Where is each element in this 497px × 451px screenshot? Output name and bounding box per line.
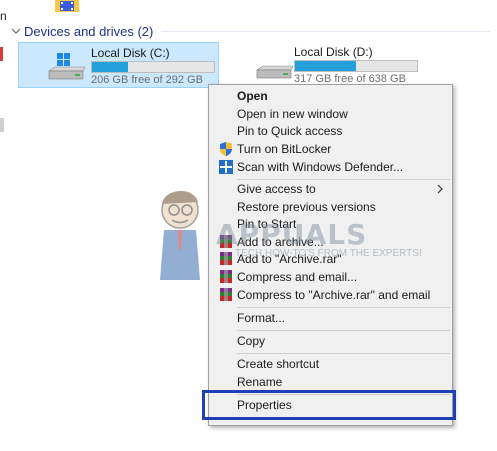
windows-drive-icon	[48, 53, 86, 80]
navigation-pane-marker	[0, 47, 3, 61]
drive-name: Local Disk (D:)	[294, 45, 373, 59]
drive-usage-fill	[92, 62, 128, 72]
menu-item-label: Scan with Windows Defender...	[237, 160, 404, 174]
defender-icon	[219, 160, 233, 174]
navigation-pane-text: n	[0, 9, 7, 23]
menu-separator	[237, 353, 450, 354]
drive-free-space: 206 GB free of 292 GB	[91, 74, 203, 86]
menu-item-label: Pin to Quick access	[237, 124, 343, 138]
menu-item-scan-with-windows-defender[interactable]: Scan with Windows Defender...	[209, 158, 452, 176]
section-title: Devices and drives (2)	[24, 23, 154, 39]
menu-item-copy[interactable]: Copy	[209, 332, 452, 350]
menu-item-label: Create shortcut	[237, 357, 320, 371]
properties-highlight-box	[202, 390, 456, 420]
drive-usage-fill	[295, 61, 357, 71]
videos-folder-icon[interactable]	[55, 0, 79, 12]
menu-item-create-shortcut[interactable]: Create shortcut	[209, 355, 452, 373]
devices-and-drives-header[interactable]: Devices and drives (2)	[10, 22, 490, 40]
menu-item-turn-on-bitlocker[interactable]: Turn on BitLocker	[209, 140, 452, 158]
drive-local-disk-c[interactable]: Local Disk (C:) 206 GB free of 292 GB	[18, 42, 219, 88]
menu-item-label: Turn on BitLocker	[237, 142, 332, 156]
menu-separator	[237, 330, 450, 331]
menu-item-open-in-new-window[interactable]: Open in new window	[209, 105, 452, 123]
drive-local-disk-d[interactable]: Local Disk (D:) 317 GB free of 638 GB	[250, 42, 430, 86]
navigation-pane-edge	[0, 0, 8, 451]
watermark-tagline: TECH HOW-TO'S FROM THE EXPERTS!	[235, 248, 422, 259]
menu-separator	[237, 307, 450, 308]
menu-item-label: Compress to "Archive.rar" and email	[237, 288, 431, 302]
menu-item-pin-to-quick-access[interactable]: Pin to Quick access	[209, 122, 452, 140]
menu-item-label: Rename	[237, 375, 283, 389]
section-divider	[161, 30, 490, 32]
menu-item-open[interactable]: Open	[209, 87, 452, 105]
menu-item-rename[interactable]: Rename	[209, 373, 452, 391]
menu-item-label: Copy	[237, 334, 266, 348]
watermark-title: APPUALS	[216, 218, 368, 251]
drive-name: Local Disk (C:)	[91, 46, 170, 60]
menu-item-label: Format...	[237, 311, 286, 325]
drive-usage-bar	[91, 61, 215, 73]
chevron-down-icon[interactable]	[10, 25, 22, 37]
navigation-pane-selection	[0, 118, 4, 132]
menu-item-label: Open	[237, 89, 268, 103]
shield-icon	[220, 142, 232, 156]
menu-item-label: Open in new window	[237, 107, 348, 121]
menu-item-format[interactable]: Format...	[209, 309, 452, 327]
drive-usage-bar	[294, 60, 418, 72]
chevron-right-icon	[437, 184, 443, 194]
hard-drive-icon	[256, 65, 294, 79]
